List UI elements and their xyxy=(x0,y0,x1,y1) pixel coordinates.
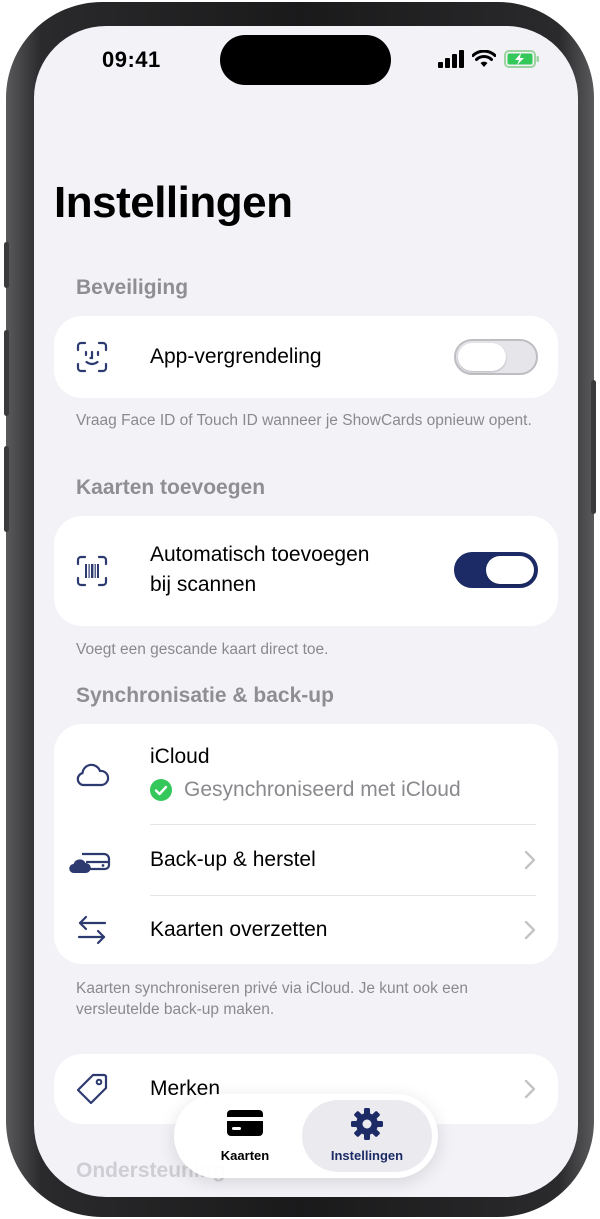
phone-frame: 09:41 Instellingen Beveiliging App-vergr… xyxy=(4,2,596,1217)
backup-restore-label: Back-up & herstel xyxy=(150,848,316,871)
transfer-arrows-icon xyxy=(77,915,107,945)
action-button xyxy=(4,242,9,288)
dynamic-island xyxy=(220,35,391,85)
auto-add-label-line1: Automatisch toevoegen xyxy=(150,543,370,566)
sync-footnote: Kaarten synchroniseren privé via iCloud.… xyxy=(76,980,469,1018)
tag-icon xyxy=(76,1073,108,1105)
checkmark-circle-icon xyxy=(150,779,172,801)
cloud-icon xyxy=(76,763,110,787)
drive-cloud-icon xyxy=(69,852,111,874)
card-security: App-vergrendeling xyxy=(54,316,558,398)
card-sync: iCloud Gesynchroniseerd met iCloud Back-… xyxy=(54,724,558,964)
status-time: 09:41 xyxy=(102,47,161,72)
cellular-signal-icon xyxy=(438,50,464,68)
icloud-status: Gesynchroniseerd met iCloud xyxy=(150,778,461,802)
tab-instellingen-label: Instellingen xyxy=(330,1148,404,1163)
card-add-cards: Automatisch toevoegen bij scannen xyxy=(54,516,558,626)
battery-charging-icon xyxy=(504,50,539,68)
section-header-security: Beveiliging xyxy=(76,276,189,299)
security-footnote: Vraag Face ID of Touch ID wanneer je Sho… xyxy=(76,412,532,429)
icloud-status-text: Gesynchroniseerd met iCloud xyxy=(184,778,461,801)
auto-add-toggle[interactable] xyxy=(454,552,538,588)
toggle-knob xyxy=(458,343,506,371)
power-button xyxy=(591,380,596,514)
auto-add-label: Automatisch toevoegen bij scannen xyxy=(150,540,369,600)
row-transfer-cards[interactable]: Kaarten overzetten xyxy=(54,896,558,964)
screen: 09:41 Instellingen Beveiliging App-vergr… xyxy=(34,26,578,1197)
card-icon xyxy=(227,1110,263,1136)
status-icons xyxy=(438,48,540,70)
tab-kaarten[interactable]: Kaarten xyxy=(180,1100,310,1172)
row-app-lock[interactable]: App-vergrendeling xyxy=(54,316,558,398)
tab-instellingen[interactable]: Instellingen xyxy=(302,1100,432,1172)
app-lock-toggle[interactable] xyxy=(454,339,538,375)
gear-icon xyxy=(351,1108,383,1140)
chevron-right-icon xyxy=(524,1079,536,1099)
tab-kaarten-label: Kaarten xyxy=(220,1148,270,1163)
section-header-add-cards: Kaarten toevoegen xyxy=(76,476,266,499)
add-cards-footnote: Voegt een gescande kaart direct toe. xyxy=(76,641,329,658)
barcode-scan-icon xyxy=(76,555,108,587)
chevron-right-icon xyxy=(524,850,536,870)
row-icloud[interactable]: iCloud Gesynchroniseerd met iCloud xyxy=(54,724,558,824)
face-id-icon xyxy=(76,341,108,373)
auto-add-label-line2: bij scannen xyxy=(150,573,257,596)
tab-bar: Kaarten Instellingen xyxy=(174,1094,438,1178)
row-auto-add[interactable]: Automatisch toevoegen bij scannen xyxy=(54,516,558,626)
chevron-right-icon xyxy=(524,920,536,940)
icloud-label: iCloud xyxy=(150,745,210,768)
row-backup-restore[interactable]: Back-up & herstel xyxy=(54,825,558,895)
volume-up-button xyxy=(4,330,9,416)
app-lock-label: App-vergrendeling xyxy=(150,345,322,368)
page-title: Instellingen xyxy=(54,178,293,227)
transfer-cards-label: Kaarten overzetten xyxy=(150,918,328,941)
toggle-knob xyxy=(486,556,534,584)
section-header-sync: Synchronisatie & back-up xyxy=(76,684,334,707)
volume-down-button xyxy=(4,446,9,532)
wifi-icon xyxy=(472,50,496,67)
